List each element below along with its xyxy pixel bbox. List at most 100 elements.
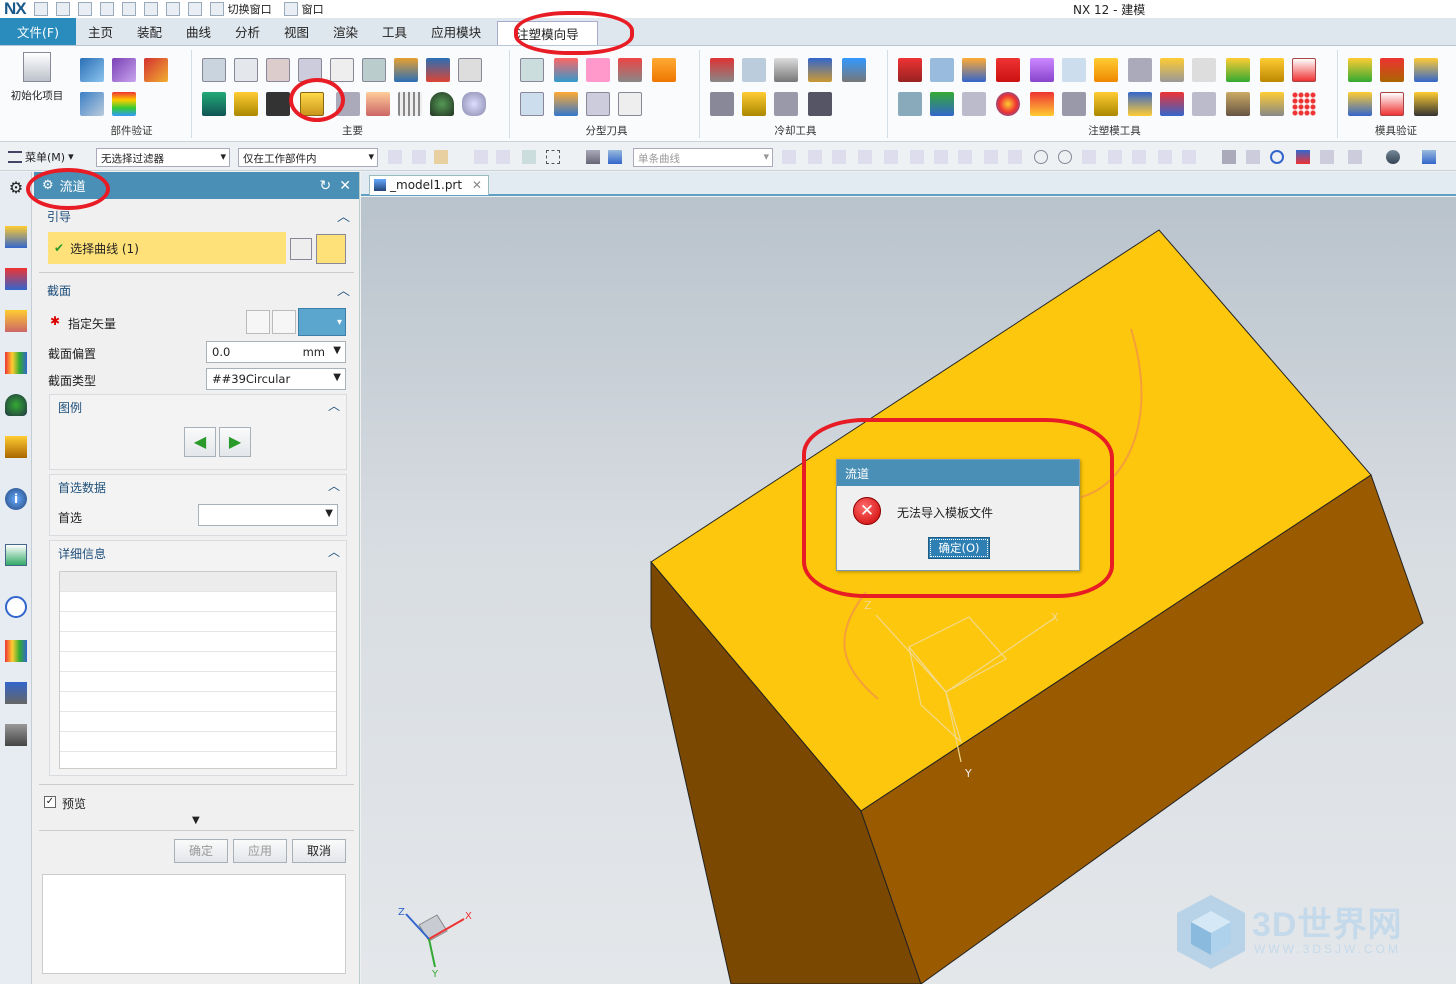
assembly-navigator-icon[interactable] <box>5 226 27 248</box>
main-icon-12[interactable] <box>266 92 290 116</box>
preference-select[interactable]: ▼ <box>198 504 338 526</box>
mold-tool-icon-24[interactable] <box>1226 92 1250 116</box>
tab-home[interactable]: 主页 <box>76 18 125 45</box>
point-snap-icon-17[interactable] <box>1182 150 1196 164</box>
cooling-icon-1[interactable] <box>710 58 734 82</box>
main-icon-16[interactable] <box>398 92 422 116</box>
main-icon-7[interactable] <box>394 58 418 82</box>
cooling-icon-3[interactable] <box>774 58 798 82</box>
select-icon[interactable] <box>522 150 536 164</box>
parting-icon-6[interactable] <box>520 92 544 116</box>
window-menu[interactable]: 窗口 <box>302 1 324 17</box>
vector-dialog-icon[interactable] <box>246 310 270 334</box>
mold-tool-icon-1[interactable] <box>898 58 922 82</box>
parting-icon-9[interactable] <box>618 92 642 116</box>
mold-tool-icon-7[interactable] <box>1094 58 1118 82</box>
cooling-icon-6[interactable] <box>710 92 734 116</box>
tab-file[interactable]: 文件(F) <box>0 18 76 45</box>
main-icon-9[interactable] <box>458 58 482 82</box>
mold-tool-icon-19[interactable] <box>1062 92 1086 116</box>
part-navigator-icon[interactable] <box>5 310 27 332</box>
tab-applications[interactable]: 应用模块 <box>419 18 493 45</box>
mold-tool-icon-15[interactable] <box>930 92 954 116</box>
next-arrow-button[interactable]: ▶ <box>219 427 251 457</box>
point-snap-icon-10[interactable] <box>1008 150 1022 164</box>
redo-icon[interactable] <box>77 2 92 16</box>
part-validation-icon-2[interactable] <box>112 58 136 82</box>
part-validation-icon-3[interactable] <box>144 58 168 82</box>
section-cross-section[interactable]: 截面 ︿ <box>39 282 354 299</box>
snap-point-icon-4[interactable] <box>474 150 488 164</box>
render-style-icon[interactable] <box>1386 150 1400 164</box>
section-offset-input[interactable]: 0.0 mm ▼ <box>206 341 346 363</box>
snap-point-icon-5[interactable] <box>496 150 510 164</box>
switch-window-button[interactable]: 切换窗口 <box>228 1 272 17</box>
collapse-chevron-icon[interactable]: ︿ <box>328 543 340 560</box>
init-project-button[interactable]: 初始化项目 <box>8 52 66 103</box>
view-icon-1[interactable] <box>1222 150 1236 164</box>
mold-tool-icon-22[interactable] <box>1160 92 1184 116</box>
tab-curve[interactable]: 曲线 <box>174 18 223 45</box>
part-validation-icon-5[interactable] <box>112 92 136 116</box>
point-snap-icon-8[interactable] <box>958 150 972 164</box>
document-tab[interactable]: _model1.prt ✕ <box>369 175 489 195</box>
clock-icon[interactable] <box>5 596 27 618</box>
ok-button[interactable]: 确定 <box>174 839 228 863</box>
mold-validation-icon-5[interactable] <box>1380 92 1404 116</box>
cooling-icon-7[interactable] <box>742 92 766 116</box>
apply-button[interactable]: 应用 <box>233 839 287 863</box>
main-icon-14[interactable] <box>336 92 360 116</box>
mold-tool-icon-16[interactable] <box>962 92 986 116</box>
rotate-icon[interactable] <box>1270 150 1284 164</box>
point-snap-icon-12[interactable] <box>1058 150 1072 164</box>
part-validation-icon-1[interactable] <box>80 58 104 82</box>
curve-select-icon[interactable] <box>290 238 312 260</box>
mold-tool-icon-5[interactable] <box>1030 58 1054 82</box>
box-select-icon[interactable] <box>586 150 600 164</box>
type-filter-dropdown[interactable]: 无选择过滤器 <box>96 148 230 167</box>
main-icon-5[interactable] <box>330 58 354 82</box>
selection-scope-dropdown[interactable]: 仅在工作部件内 <box>238 148 378 167</box>
sketch-section-icon[interactable] <box>316 234 346 264</box>
runner-icon[interactable] <box>300 92 324 116</box>
preview-checkbox[interactable]: ✓ <box>44 796 56 808</box>
main-icon-10[interactable] <box>202 92 226 116</box>
inferred-vector-icon[interactable] <box>272 310 296 334</box>
copy-icon[interactable] <box>121 2 136 16</box>
paste-icon[interactable] <box>143 2 158 16</box>
view-icon-4[interactable] <box>1320 150 1334 164</box>
main-icon-4[interactable] <box>298 58 322 82</box>
cut-icon[interactable] <box>99 2 114 16</box>
point-snap-icon-6[interactable] <box>910 150 924 164</box>
shaded-cube-icon[interactable] <box>1422 150 1436 164</box>
point-snap-icon-15[interactable] <box>1132 150 1146 164</box>
history-icon[interactable] <box>5 544 27 566</box>
cube-select-icon[interactable] <box>608 150 622 164</box>
vector-type-dropdown[interactable]: ▾ <box>298 308 346 336</box>
point-snap-icon-5[interactable] <box>884 150 898 164</box>
point-snap-icon-4[interactable] <box>858 150 872 164</box>
section-guide[interactable]: 引导 ︿ <box>39 208 354 225</box>
tab-mold-wizard[interactable]: 注塑模向导 <box>497 21 598 45</box>
mold-tool-icon-10[interactable] <box>1192 58 1216 82</box>
mold-wizard-navigator-icon[interactable] <box>5 436 27 458</box>
view-icon-2[interactable] <box>1246 150 1260 164</box>
select-curve-row[interactable]: ✔ 选择曲线 (1) <box>48 232 286 264</box>
main-icon-2[interactable] <box>234 58 258 82</box>
main-icon-15[interactable] <box>366 92 390 116</box>
parting-icon-4[interactable] <box>618 58 642 82</box>
settings-gear-icon[interactable]: ⚙ <box>5 178 27 200</box>
rectangle-select-icon[interactable] <box>546 150 560 164</box>
mold-tool-icon-11[interactable] <box>1226 58 1250 82</box>
point-snap-icon-9[interactable] <box>984 150 998 164</box>
cooling-icon-2[interactable] <box>742 58 766 82</box>
cancel-button[interactable]: 取消 <box>292 839 346 863</box>
cooling-icon-8[interactable] <box>774 92 798 116</box>
layout-icon[interactable] <box>1348 150 1362 164</box>
parting-icon-7[interactable] <box>554 92 578 116</box>
switch-window-icon[interactable] <box>209 2 224 16</box>
mold-tool-icon-20[interactable] <box>1094 92 1118 116</box>
parting-icon-5[interactable] <box>652 58 676 82</box>
cooling-icon-9[interactable] <box>808 92 832 116</box>
graphics-viewport[interactable]: Y X Z X Z Y <box>361 197 1456 984</box>
